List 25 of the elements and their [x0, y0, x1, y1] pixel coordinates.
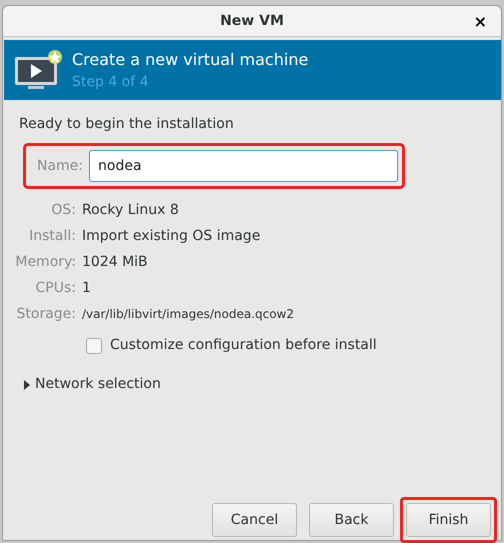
field-label: CPUs:: [36, 278, 76, 298]
field-label: Storage:: [16, 304, 76, 324]
checkbox-label[interactable]: Customize configuration before install: [110, 335, 377, 356]
name-input-field[interactable]: nodea: [89, 150, 398, 182]
expander-label[interactable]: Network selection: [35, 374, 161, 395]
field-value: 1: [82, 278, 91, 298]
field-label: Name:: [36, 156, 83, 176]
close-button[interactable]: ×: [470, 10, 491, 34]
dialog-button[interactable]: Back: [309, 503, 394, 537]
dialog-button[interactable]: Cancel: [212, 503, 297, 537]
step-label: Step 4 of 4: [72, 72, 150, 92]
field-label: OS:: [51, 200, 76, 220]
field-value: Import existing OS image: [82, 226, 260, 246]
expander-arrow-icon[interactable]: [23, 380, 31, 390]
field-value: Rocky Linux 8: [82, 200, 179, 220]
field-value: 1024 MiB: [82, 252, 148, 272]
section-heading: Ready to begin the installation: [19, 115, 235, 134]
field-label: Install:: [29, 226, 76, 246]
field-label: Memory:: [15, 252, 76, 272]
monitor-icon: [14, 49, 62, 91]
field-value: /var/lib/libvirt/images/nodea.qcow2: [82, 306, 294, 323]
banner-title: Create a new virtual machine: [72, 48, 308, 70]
dialog-button[interactable]: Finish: [406, 503, 491, 537]
window-title: New VM: [220, 12, 284, 30]
checkbox[interactable]: [86, 338, 102, 354]
